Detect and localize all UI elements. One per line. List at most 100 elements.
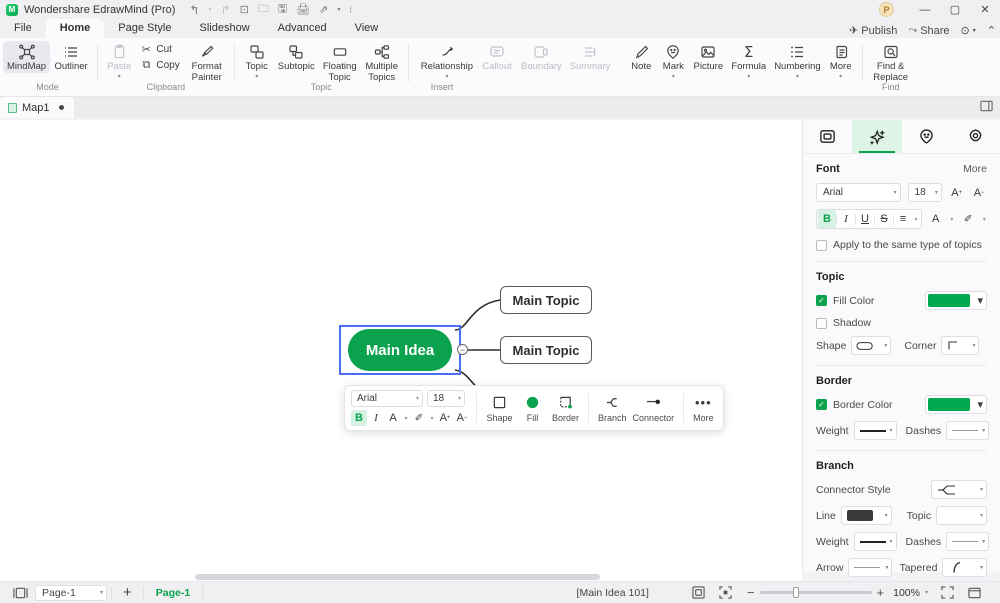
cut-button[interactable]: ✂ Cut — [135, 42, 184, 57]
paste-button[interactable]: Paste ▾ — [103, 41, 135, 80]
qat-caret-icon[interactable]: ▾ — [337, 6, 340, 13]
tab-page[interactable] — [803, 120, 852, 153]
picture-button[interactable]: Picture — [689, 41, 727, 73]
branch-weight-select[interactable]: ▾ — [853, 532, 897, 551]
paste-caret-icon[interactable]: ▾ — [118, 74, 121, 80]
fit-selection-button[interactable] — [712, 585, 739, 601]
open-icon[interactable]: 🗀 — [258, 0, 269, 19]
minimize-button[interactable]: — — [910, 0, 940, 19]
more-button[interactable]: ••• More — [690, 393, 717, 424]
tab-home[interactable]: Home — [45, 19, 105, 38]
save-icon[interactable]: 🖫 — [278, 0, 287, 19]
border-color-checkbox[interactable]: ✓ — [816, 399, 827, 410]
export-icon[interactable]: ⇗ — [319, 3, 328, 16]
decrease-font-button[interactable]: A − — [454, 410, 470, 426]
increase-font-button[interactable]: A + — [949, 184, 965, 202]
fill-color-checkbox[interactable]: ✓ — [816, 295, 827, 306]
new-icon[interactable]: ⊡ — [240, 3, 249, 16]
shape-button[interactable]: Shape — [483, 393, 516, 424]
toggle-panel-button[interactable] — [980, 100, 993, 112]
shadow-checkbox[interactable] — [816, 317, 827, 329]
branch-topic-select[interactable]: ▾ — [936, 506, 987, 525]
italic-button[interactable]: I — [368, 410, 384, 426]
fill-button[interactable]: Fill — [516, 393, 549, 424]
apply-same-row[interactable]: Apply to the same type of topics — [816, 239, 987, 251]
document-tab-map1[interactable]: Map1 — [0, 97, 74, 118]
note-button[interactable]: Note — [625, 41, 657, 73]
font-color-button[interactable]: A — [385, 410, 401, 426]
mark-button[interactable]: Mark ▾ — [657, 41, 689, 80]
highlight-caret-icon[interactable]: ▾ — [428, 410, 436, 426]
increase-font-button[interactable]: A + — [437, 410, 453, 426]
align-caret-icon[interactable]: ▾ — [912, 210, 920, 228]
decrease-font-button[interactable]: A − — [971, 184, 987, 202]
boundary-button[interactable]: Boundary — [517, 41, 566, 73]
font-more-button[interactable]: More — [963, 163, 987, 175]
tab-settings[interactable] — [951, 120, 1000, 153]
font-family-select[interactable]: Arial ▾ — [816, 183, 901, 202]
shape-select[interactable]: ▾ — [851, 336, 892, 355]
maximize-button[interactable]: ▢ — [940, 0, 970, 19]
redo-icon[interactable]: ↱ — [221, 3, 231, 17]
border-dashes-select[interactable]: ▾ — [946, 421, 990, 440]
numbering-caret-icon[interactable]: ▾ — [796, 74, 799, 80]
zoom-caret-icon[interactable]: ▾ — [925, 589, 928, 596]
highlight-color-button[interactable]: ✐ — [962, 210, 975, 228]
collapse-ribbon-button[interactable]: ⌃ — [987, 24, 996, 37]
bold-button[interactable]: B — [818, 210, 836, 228]
tab-advanced[interactable]: Advanced — [264, 19, 341, 38]
formula-button[interactable]: Σ Formula ▾ — [727, 41, 770, 80]
fullscreen-button[interactable] — [934, 585, 961, 601]
border-weight-select[interactable]: ▾ — [853, 421, 897, 440]
tab-icons[interactable] — [902, 120, 951, 153]
zoom-slider-knob[interactable] — [792, 587, 799, 598]
add-page-button[interactable]: + — [116, 584, 139, 601]
subtopic-button[interactable]: Subtopic — [274, 41, 319, 73]
page-select[interactable]: Page-1 ▾ — [35, 584, 107, 601]
more-insert-caret-icon[interactable]: ▾ — [839, 74, 842, 80]
presentation-button[interactable] — [961, 585, 988, 601]
tab-style[interactable] — [852, 120, 902, 153]
relationship-button[interactable]: Relationship ▾ — [417, 41, 477, 80]
summary-button[interactable]: Summary — [566, 41, 615, 73]
tab-page-style[interactable]: Page Style — [104, 19, 185, 38]
border-button[interactable]: Border — [549, 393, 582, 424]
mini-font-family-select[interactable]: Arial ▾ — [351, 390, 423, 407]
zoom-in-button[interactable]: + — [877, 585, 885, 600]
strikethrough-button[interactable]: S — [875, 210, 893, 228]
zoom-out-button[interactable]: − — [747, 585, 755, 600]
font-color-caret-icon[interactable]: ▾ — [949, 210, 954, 228]
highlight-button[interactable]: ✐ — [411, 410, 427, 426]
highlight-caret-icon[interactable]: ▾ — [982, 210, 987, 228]
underline-button[interactable]: U — [856, 210, 874, 228]
mark-caret-icon[interactable]: ▾ — [672, 74, 675, 80]
canvas-horizontal-scrollbar[interactable] — [0, 572, 802, 581]
collapse-toggle-button[interactable]: − — [457, 344, 468, 355]
font-size-select[interactable]: 18 ▾ — [907, 183, 942, 202]
branch-dashes-select[interactable]: ▾ — [946, 532, 990, 551]
publish-button[interactable]: ✈ Publish — [849, 24, 897, 38]
connector-style-select[interactable]: ▾ — [931, 480, 987, 499]
zoom-level-value[interactable]: 100% — [893, 587, 920, 599]
font-color-caret-icon[interactable]: ▾ — [402, 410, 410, 426]
branch-tapered-select[interactable]: ▾ — [942, 558, 987, 577]
font-color-button[interactable]: A — [929, 210, 942, 228]
topic-button[interactable]: Topic ▾ — [240, 41, 274, 80]
border-color-swatch[interactable]: ▾ — [925, 395, 987, 414]
print-icon[interactable]: 🖨 — [296, 3, 310, 16]
tab-view[interactable]: View — [341, 19, 393, 38]
multiple-topics-button[interactable]: Multiple Topics — [361, 41, 403, 83]
mindmap-canvas[interactable]: Main Topic Main Topic Main Topic Main Id… — [0, 120, 802, 572]
undo-dropdown-icon[interactable]: ▾ — [208, 6, 211, 13]
undo-icon[interactable]: ↰ — [189, 3, 199, 17]
topic-node-2[interactable]: Main Topic — [500, 336, 592, 364]
format-painter-button[interactable]: Format Painter — [185, 41, 229, 83]
topic-node-1[interactable]: Main Topic — [500, 286, 592, 314]
formula-caret-icon[interactable]: ▾ — [747, 74, 750, 80]
scrollbar-thumb[interactable] — [195, 574, 600, 580]
find-replace-button[interactable]: Find & Replace — [868, 41, 914, 83]
copy-button[interactable]: ⧉ Copy — [135, 58, 184, 73]
numbering-button[interactable]: Numbering ▾ — [770, 41, 824, 80]
qat-more-icon[interactable]: ⁞ — [349, 5, 352, 15]
connector-button[interactable]: Connector — [630, 393, 678, 424]
